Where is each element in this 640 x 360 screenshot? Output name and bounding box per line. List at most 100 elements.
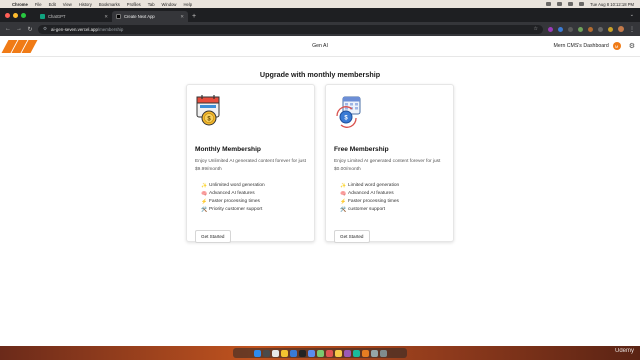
feature-text: Advanced AI features — [348, 191, 394, 196]
url-host: ai-gen-seven.vercel.app — [51, 26, 98, 32]
feature-text: Faster processing times — [209, 199, 260, 204]
tools-icon: 🛠️ — [340, 207, 347, 213]
feature-text: Advanced AI features — [209, 191, 255, 196]
feature-text: customer support — [348, 207, 386, 212]
tab-chatgpt[interactable]: ChatGPT ✕ — [36, 11, 112, 22]
menubar-clock[interactable]: Tue Aug 8 10:12:18 PM — [590, 2, 634, 7]
app-icon[interactable] — [352, 349, 360, 357]
forward-button[interactable]: → — [16, 26, 22, 32]
address-bar[interactable]: ⚙ ai-gen-seven.vercel.app/membership ☆ — [38, 24, 543, 34]
messages-icon[interactable] — [316, 349, 324, 357]
menu-view[interactable]: View — [63, 2, 72, 7]
notes-icon[interactable] — [334, 349, 342, 357]
sparkles-icon: ✨ — [340, 183, 347, 189]
control-center-icon[interactable] — [579, 2, 585, 6]
menu-help[interactable]: Help — [183, 2, 192, 7]
list-item: ⚡ Faster processing times — [201, 198, 306, 206]
trash-icon[interactable] — [379, 349, 387, 357]
browser-toolbar: ← → ↻ ⚙ ai-gen-seven.vercel.app/membersh… — [0, 22, 640, 36]
extension-icon[interactable] — [608, 26, 613, 32]
feature-text: Unlimited word generation — [209, 183, 265, 188]
lightning-icon: ⚡ — [340, 199, 347, 205]
settings-icon[interactable] — [370, 349, 378, 357]
search-icon[interactable] — [568, 2, 574, 6]
macos-dock — [233, 348, 407, 358]
more-menu-icon[interactable]: ⋮ — [629, 26, 635, 33]
list-item: ✨ Unlimited word generation — [201, 182, 306, 190]
dashboard-link[interactable]: Mern CMS's Dashboard — [554, 43, 609, 49]
list-item: 🛠️ customer support — [340, 206, 445, 214]
plan-description: Enjoy Unlimited AI generated content for… — [195, 159, 306, 172]
extension-icon[interactable] — [568, 26, 573, 32]
plan-card-free: $ Free Membership Enjoy Limited AI gener… — [325, 84, 454, 243]
feature-list: ✨ Limited word generation 🧠 Advanced AI fe… — [340, 182, 445, 214]
tab-create-next-app[interactable]: Create Next App ✕ — [112, 11, 188, 22]
get-started-button[interactable]: Get Started — [334, 230, 370, 243]
vscode-icon[interactable] — [289, 349, 297, 357]
menu-window[interactable]: Window — [162, 2, 177, 7]
window-controls — [5, 8, 26, 22]
settings-gear-icon[interactable]: ⚙ — [629, 42, 635, 50]
url-path: /membership — [97, 26, 124, 32]
profile-avatar[interactable] — [618, 26, 624, 32]
site-info-icon[interactable]: ⚙ — [43, 26, 47, 32]
feature-text: Priority customer support — [209, 207, 263, 212]
back-button[interactable]: ← — [5, 26, 11, 32]
bookmark-star-icon[interactable]: ☆ — [534, 26, 538, 32]
calendar-coin-icon: $ — [196, 95, 220, 126]
feature-text: Limited word generation — [348, 183, 400, 188]
udemy-watermark: Udemy — [614, 348, 634, 354]
terminal-icon[interactable] — [298, 349, 306, 357]
extension-icon[interactable] — [548, 26, 553, 32]
plan-description: Enjoy Limited AI generated content forev… — [334, 159, 441, 172]
battery-icon[interactable] — [557, 2, 563, 6]
list-item: ✨ Limited word generation — [340, 182, 445, 190]
new-tab-button[interactable]: + — [192, 11, 196, 22]
chrome-icon[interactable] — [280, 349, 288, 357]
extension-icon[interactable] — [578, 26, 583, 32]
menu-bookmarks[interactable]: Bookmarks — [99, 2, 120, 7]
tab-title: ChatGPT — [48, 14, 66, 19]
close-window-button[interactable] — [5, 12, 10, 18]
list-item: 🛠️ Priority customer support — [201, 206, 306, 214]
app-header: Gen AI Mern CMS's Dashboard M ⚙ — [0, 36, 640, 57]
fullscreen-window-button[interactable] — [21, 12, 26, 18]
menu-profiles[interactable]: Profiles — [127, 2, 141, 7]
menu-file[interactable]: File — [35, 2, 42, 7]
calendar-icon[interactable] — [325, 349, 333, 357]
browser-tab-strip: ChatGPT ✕ Create Next App ✕ + ⌄ — [0, 8, 640, 22]
safari-icon[interactable] — [271, 349, 279, 357]
sparkles-icon: ✨ — [201, 183, 208, 189]
finder-icon[interactable] — [253, 349, 261, 357]
plan-title: Free Membership — [334, 146, 389, 153]
plan-card-monthly: $ Monthly Membership Enjoy Unlimited AI … — [186, 84, 315, 243]
macos-menu-bar: Chrome File Edit View History Bookmarks … — [0, 0, 640, 8]
minimize-window-button[interactable] — [13, 12, 18, 18]
wifi-icon[interactable] — [546, 2, 552, 6]
extension-icon[interactable] — [588, 26, 593, 32]
app-icon[interactable] — [361, 349, 369, 357]
get-started-button[interactable]: Get Started — [195, 230, 231, 243]
tab-search-icon[interactable]: ⌄ — [630, 8, 634, 22]
app-icon[interactable] — [343, 349, 351, 357]
feature-text: Faster processing times — [348, 199, 399, 204]
list-item: 🧠 Advanced AI features — [201, 190, 306, 198]
menu-tab[interactable]: Tab — [148, 2, 155, 7]
lightning-icon: ⚡ — [201, 199, 208, 205]
app-title: Gen AI — [312, 43, 328, 49]
calendar-refresh-coin-icon: $ — [336, 96, 361, 128]
mail-icon[interactable] — [307, 349, 315, 357]
close-icon[interactable]: ✕ — [180, 14, 184, 20]
menu-edit[interactable]: Edit — [49, 2, 56, 7]
extension-icon[interactable] — [558, 26, 563, 32]
menu-history[interactable]: History — [79, 2, 92, 7]
user-avatar[interactable]: M — [612, 42, 621, 50]
list-item: ⚡ Faster processing times — [340, 198, 445, 206]
launchpad-icon[interactable] — [262, 349, 270, 357]
brain-icon: 🧠 — [340, 191, 347, 197]
reload-button[interactable]: ↻ — [27, 26, 33, 33]
close-icon[interactable]: ✕ — [104, 14, 108, 20]
list-item: 🧠 Advanced AI features — [340, 190, 445, 198]
extension-icon[interactable] — [598, 26, 603, 32]
menu-app-name[interactable]: Chrome — [12, 2, 28, 7]
